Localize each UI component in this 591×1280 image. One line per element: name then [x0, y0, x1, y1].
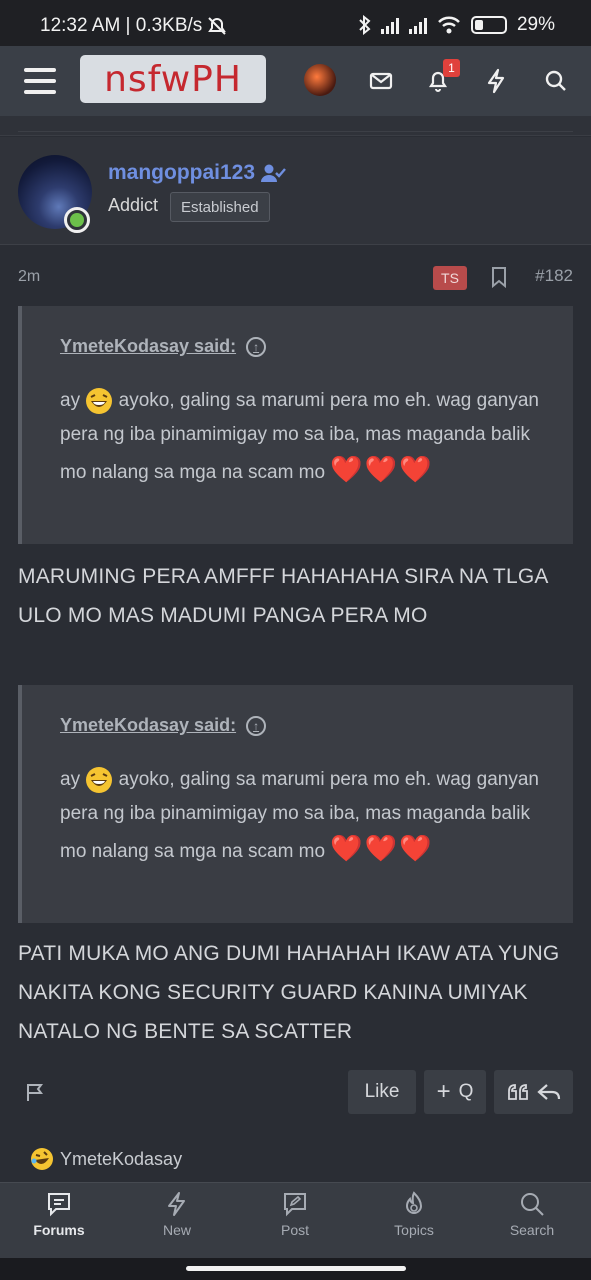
post-reply-text: PATI MUKA MO ANG DUMI HAHAHAH IKAW ATA Y…: [18, 942, 560, 1043]
post-user-card: mangoppai123 Addict Established: [0, 137, 591, 245]
status-right: 29%: [359, 14, 555, 36]
header-avatar[interactable]: [304, 64, 336, 96]
nav-new-label: New: [162, 1222, 191, 1238]
post-meta: 2m TS #182: [0, 262, 591, 292]
quote-body: ay ayoko, galing sa marumi pera mo eh. w…: [60, 763, 540, 869]
nav-forums[interactable]: Forums: [9, 1191, 109, 1251]
quote-block: YmeteKodasay said: ↑ ay ayoko, galing sa…: [18, 685, 573, 923]
username-link[interactable]: mangoppai123: [108, 161, 287, 185]
search-icon: [521, 1193, 544, 1216]
dnd-off-icon: [208, 17, 227, 35]
topics-icon: [405, 1191, 423, 1214]
reaction-summary[interactable]: YmeteKodasay: [30, 1147, 182, 1171]
nav-new[interactable]: New: [127, 1191, 227, 1251]
quote-body: ay ayoko, galing sa marumi pera mo eh. w…: [60, 384, 540, 490]
quote-text-rest: ayoko, galing sa marumi pera mo eh. wag …: [60, 390, 539, 483]
system-nav-area: [0, 1258, 591, 1280]
post-icon: [284, 1193, 306, 1217]
online-status-icon: [64, 207, 90, 233]
battery-level: 29%: [516, 14, 555, 35]
site-logo[interactable]: nsfwPH: [80, 55, 266, 103]
bottom-nav: Forums New Post Topics Search: [0, 1182, 591, 1258]
username-text: mangoppai123: [108, 161, 256, 184]
status-bar: 12:32 AM | 0.3KB/s 29%: [0, 0, 591, 46]
quote-author[interactable]: YmeteKodasay said: ↑: [60, 336, 267, 357]
divider: [18, 131, 573, 132]
quote-text-start: ay: [60, 769, 81, 790]
nav-search[interactable]: Search: [482, 1191, 582, 1251]
header-divider: [0, 116, 591, 136]
post-number[interactable]: #182: [535, 266, 573, 286]
laughing-emoji-icon: [86, 387, 113, 414]
quote-icon: [507, 1084, 528, 1100]
multi-quote-plus: +: [436, 1078, 451, 1105]
quote-text-rest: ayoko, galing sa marumi pera mo eh. wag …: [60, 769, 539, 862]
arrow-up-circle-icon[interactable]: ↑: [246, 715, 267, 736]
thread-starter-badge: TS: [433, 266, 467, 290]
quote-author-text: YmeteKodasay said:: [60, 715, 237, 735]
reaction-user: YmeteKodasay: [60, 1148, 183, 1169]
verified-user-icon: [261, 164, 286, 182]
post-actions: Like + Q: [0, 1070, 591, 1116]
notification-badge: 1: [443, 59, 460, 77]
user-title: Addict: [108, 195, 159, 215]
bolt-icon[interactable]: [479, 64, 513, 98]
nav-search-label: Search: [509, 1222, 555, 1238]
mail-icon[interactable]: [364, 64, 398, 98]
user-banner: Established: [170, 192, 270, 222]
app-header: nsfwPH 1: [0, 46, 591, 116]
post-time[interactable]: 2m: [18, 268, 40, 286]
bolt-icon: [168, 1192, 185, 1216]
wifi-icon: [438, 16, 460, 34]
reply-icon: [536, 1084, 560, 1100]
home-indicator[interactable]: [186, 1266, 406, 1271]
post-reply-text: MARUMING PERA AMFFF HAHAHAHA SIRA NA TLG…: [18, 565, 548, 627]
nav-forums-label: Forums: [33, 1222, 85, 1238]
arrow-up-circle-icon[interactable]: ↑: [246, 336, 267, 357]
nav-post[interactable]: Post: [245, 1191, 345, 1251]
hearts-emoji: ❤️❤️❤️: [330, 833, 434, 863]
status-time: 12:32 AM | 0.3KB/s: [40, 15, 203, 36]
quote-author-text: YmeteKodasay said:: [60, 336, 237, 356]
quote-block: YmeteKodasay said: ↑ ay ayoko, galing sa…: [18, 306, 573, 544]
rofl-emoji-icon: [31, 1148, 53, 1170]
signal-icon: [380, 16, 399, 34]
menu-icon[interactable]: [24, 68, 56, 94]
quote-reply-button[interactable]: [494, 1070, 573, 1114]
like-button[interactable]: Like: [348, 1070, 416, 1114]
quote-text-start: ay: [60, 390, 81, 411]
search-icon[interactable]: [539, 64, 573, 98]
status-left: 12:32 AM | 0.3KB/s: [40, 15, 228, 37]
laughing-emoji-icon: [86, 766, 113, 793]
hearts-emoji: ❤️❤️❤️: [330, 454, 434, 484]
bookmark-icon[interactable]: [490, 266, 508, 288]
nav-topics-label: Topics: [394, 1222, 434, 1238]
battery-icon: [470, 16, 507, 34]
multi-quote-q: Q: [458, 1081, 474, 1102]
multi-quote-button[interactable]: + Q: [424, 1070, 486, 1114]
nav-post-label: Post: [280, 1222, 309, 1238]
bluetooth-icon: [359, 15, 371, 35]
quote-author[interactable]: YmeteKodasay said: ↑: [60, 715, 267, 736]
signal-icon-2: [408, 16, 427, 34]
forums-icon: [48, 1193, 70, 1217]
nav-topics[interactable]: Topics: [364, 1191, 464, 1251]
report-flag-icon[interactable]: [25, 1082, 45, 1102]
